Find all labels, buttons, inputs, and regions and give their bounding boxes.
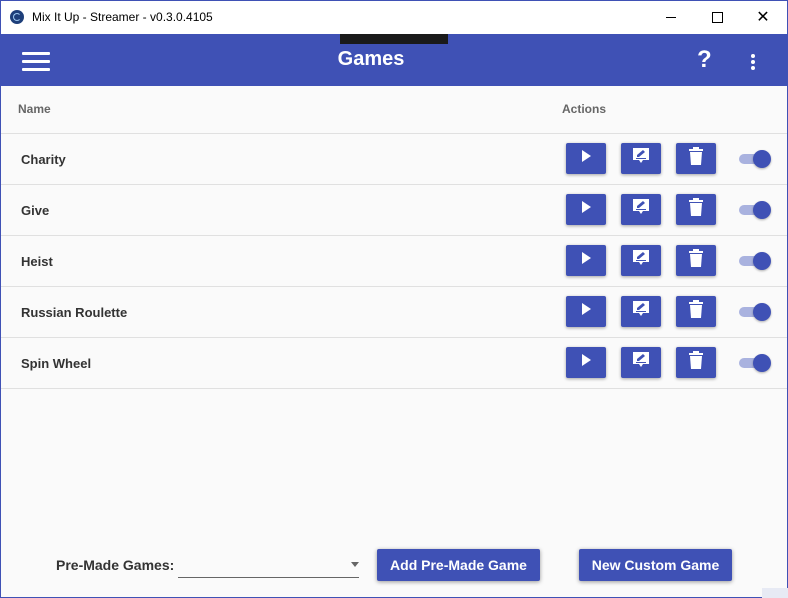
window-corner (762, 588, 788, 598)
minimize-icon (666, 17, 676, 18)
game-name: Give (21, 203, 50, 218)
edit-game-button[interactable] (621, 347, 661, 378)
edit-game-button[interactable] (621, 194, 661, 225)
enable-game-toggle[interactable] (739, 201, 771, 219)
toolbar-notch (340, 34, 448, 44)
run-game-button[interactable] (566, 296, 606, 327)
edit-game-button[interactable] (621, 143, 661, 174)
edit-game-button[interactable] (621, 296, 661, 327)
game-name: Spin Wheel (21, 356, 92, 371)
enable-game-toggle[interactable] (739, 150, 771, 168)
play-icon (579, 302, 593, 321)
play-icon (579, 353, 593, 372)
run-game-button[interactable] (566, 143, 606, 174)
title-bar: Mix It Up - Streamer - v0.3.0.4105 ✕ (1, 1, 787, 34)
delete-game-button[interactable] (676, 194, 716, 225)
run-game-button[interactable] (566, 245, 606, 276)
close-icon: ✕ (756, 8, 770, 26)
run-game-button[interactable] (566, 194, 606, 225)
table-row: Give (1, 185, 787, 236)
edit-icon (631, 146, 651, 171)
column-header-name[interactable]: Name (18, 102, 51, 116)
trash-icon (688, 249, 704, 272)
run-game-button[interactable] (566, 347, 606, 378)
game-name: Heist (21, 254, 53, 269)
table-row: Heist (1, 236, 787, 287)
table-row: Spin Wheel (1, 338, 787, 389)
premade-games-label: Pre-Made Games: (56, 557, 175, 573)
delete-game-button[interactable] (676, 245, 716, 276)
delete-game-button[interactable] (676, 347, 716, 378)
edit-icon (631, 197, 651, 222)
new-custom-game-button[interactable]: New Custom Game (579, 549, 732, 581)
app-icon (10, 10, 24, 24)
toggle-knob (753, 150, 771, 168)
enable-game-toggle[interactable] (739, 252, 771, 270)
delete-game-button[interactable] (676, 296, 716, 327)
edit-icon (631, 299, 651, 324)
trash-icon (688, 351, 704, 374)
edit-game-button[interactable] (621, 245, 661, 276)
play-icon (579, 200, 593, 219)
app-toolbar: Games ? (1, 34, 787, 86)
table-header: Name Actions (1, 86, 787, 134)
page-title: Games (337, 48, 405, 70)
game-name: Russian Roulette (21, 305, 128, 320)
edit-icon (631, 248, 651, 273)
edit-icon (631, 350, 651, 375)
dropdown-arrow-icon (351, 562, 359, 567)
play-icon (579, 149, 593, 168)
help-icon[interactable]: ? (697, 46, 712, 74)
more-vert-icon[interactable] (751, 54, 755, 70)
trash-icon (688, 198, 704, 221)
toggle-knob (753, 354, 771, 372)
premade-games-select[interactable] (178, 553, 359, 578)
column-header-actions: Actions (562, 102, 607, 116)
enable-game-toggle[interactable] (739, 354, 771, 372)
trash-icon (688, 300, 704, 323)
game-name: Charity (21, 152, 66, 167)
add-premade-game-button[interactable]: Add Pre-Made Game (377, 549, 540, 581)
play-icon (579, 251, 593, 270)
trash-icon (688, 147, 704, 170)
toggle-knob (753, 252, 771, 270)
window-title: Mix It Up - Streamer - v0.3.0.4105 (32, 10, 213, 24)
toggle-knob (753, 201, 771, 219)
table-row: Charity (1, 134, 787, 185)
toggle-knob (753, 303, 771, 321)
table-row: Russian Roulette (1, 287, 787, 338)
enable-game-toggle[interactable] (739, 303, 771, 321)
minimize-button[interactable] (648, 1, 694, 34)
app-window: Mix It Up - Streamer - v0.3.0.4105 ✕ Gam… (0, 0, 788, 598)
maximize-button[interactable] (694, 1, 740, 34)
delete-game-button[interactable] (676, 143, 716, 174)
maximize-icon (711, 12, 723, 23)
close-button[interactable]: ✕ (740, 1, 786, 34)
